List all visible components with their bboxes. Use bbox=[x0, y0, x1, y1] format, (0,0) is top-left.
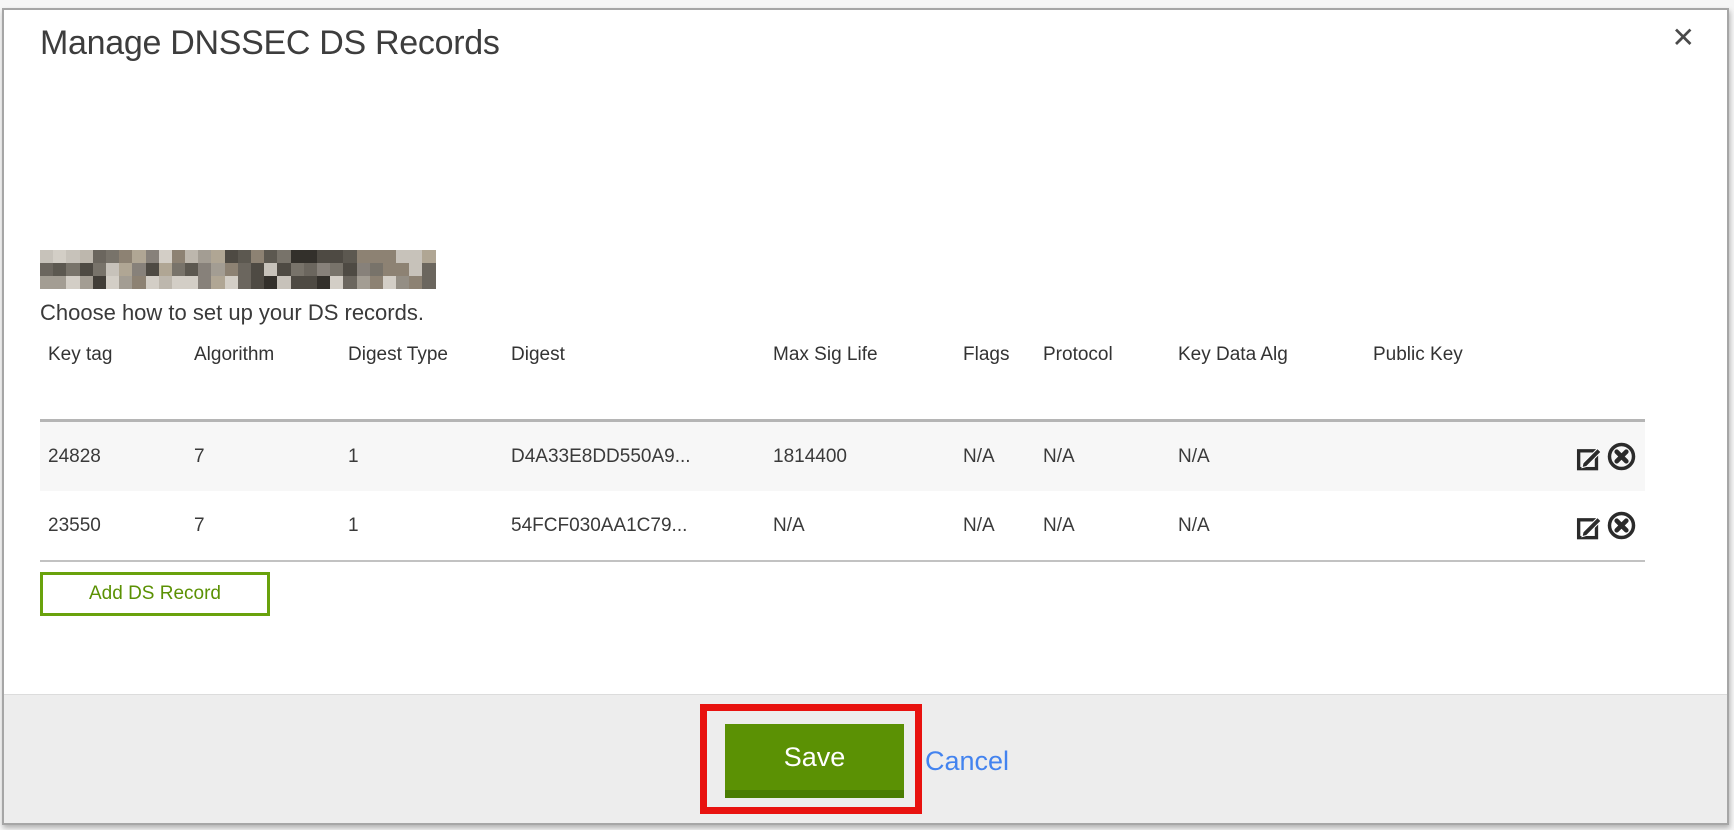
cancel-link[interactable]: Cancel bbox=[925, 746, 1009, 777]
row-actions bbox=[1535, 510, 1645, 541]
dnssec-dialog: Manage DNSSEC DS Records ✕ Choose how to… bbox=[2, 8, 1729, 825]
save-button[interactable]: Save bbox=[725, 724, 904, 798]
table-row: 235507154FCF030AA1C79...N/AN/AN/AN/A bbox=[40, 491, 1645, 560]
cell-digest-type: 1 bbox=[340, 515, 503, 537]
cell-key-tag: 24828 bbox=[40, 446, 186, 468]
column-header-digest: Digest bbox=[503, 344, 765, 366]
cell-key-tag: 23550 bbox=[40, 515, 186, 537]
cell-key-data-alg: N/A bbox=[1170, 515, 1365, 537]
column-header-algorithm: Algorithm bbox=[186, 344, 340, 366]
cell-protocol: N/A bbox=[1035, 515, 1170, 537]
table-body: 2482871D4A33E8DD550A9...1814400N/AN/AN/A… bbox=[40, 419, 1645, 562]
table-row: 2482871D4A33E8DD550A9...1814400N/AN/AN/A bbox=[40, 422, 1645, 491]
column-header-key-data-alg: Key Data Alg bbox=[1170, 344, 1365, 366]
column-header-protocol: Protocol bbox=[1035, 344, 1170, 366]
screenshot-canvas: Manage DNSSEC DS Records ✕ Choose how to… bbox=[0, 0, 1734, 830]
dialog-title: Manage DNSSEC DS Records bbox=[40, 24, 500, 63]
cell-digest: 54FCF030AA1C79... bbox=[503, 515, 765, 537]
cell-max-sig-life: 1814400 bbox=[765, 446, 955, 468]
redacted-domain bbox=[40, 250, 436, 289]
edit-icon[interactable] bbox=[1574, 441, 1605, 472]
column-header-key-tag: Key tag bbox=[40, 344, 186, 366]
ds-records-table: Key tagAlgorithmDigest TypeDigestMax Sig… bbox=[40, 338, 1645, 562]
cell-flags: N/A bbox=[955, 515, 1035, 537]
cell-max-sig-life: N/A bbox=[765, 515, 955, 537]
column-header-max-sig-life: Max Sig Life bbox=[765, 344, 955, 366]
delete-circle-icon[interactable] bbox=[1606, 510, 1637, 541]
column-header-digest-type: Digest Type bbox=[340, 344, 503, 366]
delete-circle-icon[interactable] bbox=[1606, 441, 1637, 472]
cell-flags: N/A bbox=[955, 446, 1035, 468]
cell-digest: D4A33E8DD550A9... bbox=[503, 446, 765, 468]
cell-algorithm: 7 bbox=[186, 446, 340, 468]
cell-digest-type: 1 bbox=[340, 446, 503, 468]
column-header-public-key: Public Key bbox=[1365, 344, 1535, 366]
column-header-flags: Flags bbox=[955, 344, 1035, 366]
cell-protocol: N/A bbox=[1035, 446, 1170, 468]
dialog-subtitle: Choose how to set up your DS records. bbox=[40, 300, 424, 326]
table-header-row: Key tagAlgorithmDigest TypeDigestMax Sig… bbox=[40, 338, 1645, 419]
cell-algorithm: 7 bbox=[186, 515, 340, 537]
close-icon[interactable]: ✕ bbox=[1672, 24, 1695, 52]
add-ds-record-button[interactable]: Add DS Record bbox=[40, 572, 270, 616]
row-actions bbox=[1535, 441, 1645, 472]
cell-key-data-alg: N/A bbox=[1170, 446, 1365, 468]
edit-icon[interactable] bbox=[1574, 510, 1605, 541]
